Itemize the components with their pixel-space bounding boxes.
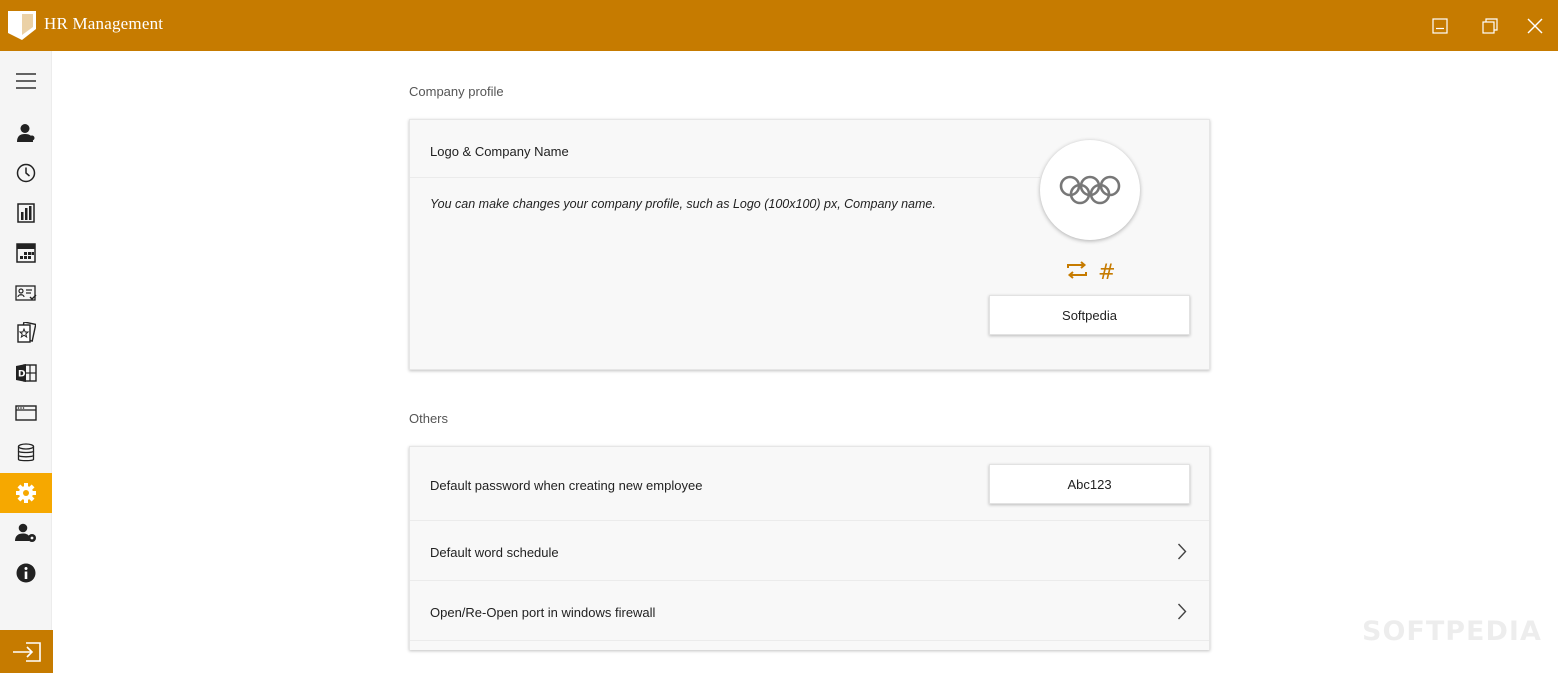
sidebar-item-rewards[interactable]: [0, 313, 52, 353]
database-icon: [17, 443, 35, 462]
company-name-field[interactable]: Softpedia: [989, 295, 1190, 335]
sign-in-arrow-icon: [12, 641, 41, 662]
sidebar-item-database[interactable]: [0, 433, 52, 473]
swap-icon: [1067, 261, 1087, 279]
row-divider: [410, 640, 1209, 641]
restore-icon: [1482, 18, 1498, 34]
title-bar: HR Management: [0, 0, 1558, 51]
hash-button[interactable]: #: [1098, 262, 1116, 283]
restore-button[interactable]: [1476, 12, 1504, 40]
default-password-field[interactable]: Abc123: [989, 464, 1190, 504]
logo-company-name-title: Logo & Company Name: [430, 144, 569, 159]
clock-icon: [16, 163, 36, 183]
company-profile-card: Logo & Company Name You can make changes…: [409, 119, 1210, 370]
app-logo-icon: [8, 11, 36, 40]
sidebar-item-employees[interactable]: [0, 113, 52, 153]
chevron-right-icon: [1177, 543, 1187, 560]
chevron-right-icon: [1177, 603, 1187, 620]
logout-button[interactable]: [0, 630, 53, 673]
logo-actions: #: [1066, 260, 1116, 285]
bar-chart-icon: [17, 203, 35, 223]
softpedia-watermark: SOFTPEDIA: [1362, 616, 1542, 647]
default-schedule-label: Default word schedule: [430, 545, 559, 560]
close-icon: [1527, 18, 1543, 34]
svg-text:D: D: [18, 370, 25, 380]
person-icon: [17, 124, 35, 142]
default-password-label: Default password when creating new emplo…: [430, 478, 703, 493]
default-password-row: Default password when creating new emplo…: [410, 447, 1209, 520]
calendar-grid-icon: [16, 243, 36, 263]
company-logo[interactable]: [1040, 140, 1140, 240]
minimize-button[interactable]: [1426, 12, 1454, 40]
others-card: Default password when creating new emplo…: [409, 446, 1210, 650]
default-schedule-row[interactable]: Default word schedule: [410, 521, 1209, 580]
others-heading: Others: [409, 411, 449, 426]
sidebar-item-reports[interactable]: [0, 193, 52, 233]
firewall-port-label: Open/Re-Open port in windows firewall: [430, 605, 656, 620]
olympic-rings-logo: [1059, 175, 1121, 205]
sidebar-item-office-export[interactable]: D: [0, 353, 52, 393]
sidebar: D: [0, 51, 53, 673]
info-icon: [16, 563, 36, 583]
card-divider: [410, 177, 1040, 178]
sidebar-item-about[interactable]: [0, 553, 52, 593]
change-logo-button[interactable]: [1066, 260, 1088, 285]
sidebar-item-menu[interactable]: [0, 61, 52, 101]
sidebar-item-user-settings[interactable]: [0, 513, 52, 553]
user-gear-icon: [15, 523, 36, 542]
id-card-icon: [15, 285, 37, 301]
star-cards-icon: [17, 322, 36, 343]
close-button[interactable]: [1521, 12, 1549, 40]
browser-window-icon: [15, 405, 37, 421]
sidebar-item-calendar[interactable]: [0, 233, 52, 273]
app-title: HR Management: [44, 14, 164, 33]
gear-icon: [16, 483, 36, 503]
firewall-port-row[interactable]: Open/Re-Open port in windows firewall: [410, 581, 1209, 640]
office-doc-icon: D: [16, 364, 37, 382]
hamburger-menu-icon: [16, 73, 36, 89]
company-profile-description: You can make changes your company profil…: [430, 197, 936, 211]
company-profile-heading: Company profile: [409, 84, 504, 99]
sidebar-item-attendance[interactable]: [0, 153, 52, 193]
sidebar-item-settings[interactable]: [0, 473, 52, 513]
sidebar-item-id-card[interactable]: [0, 273, 52, 313]
minimize-icon: [1432, 18, 1448, 34]
sidebar-item-window[interactable]: [0, 393, 52, 433]
